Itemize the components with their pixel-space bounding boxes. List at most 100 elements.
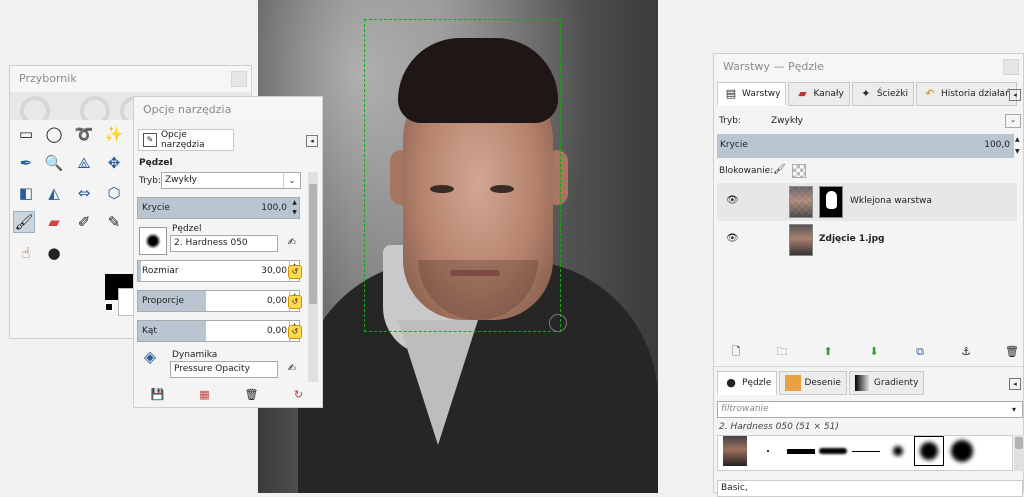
mode-select[interactable]: Zwykły ⌄ — [161, 172, 301, 189]
lower-layer-icon[interactable]: ⬇ — [867, 345, 881, 359]
default-colors-icon[interactable] — [105, 303, 113, 311]
brush-item[interactable] — [720, 436, 750, 466]
brush-grid[interactable] — [717, 435, 1013, 471]
tab-menu-icon[interactable]: ◂ — [1009, 89, 1021, 101]
brush-item[interactable] — [851, 436, 881, 466]
size-slider[interactable]: Rozmiar 30,00 ▲▼ — [137, 260, 300, 282]
crop-icon[interactable]: ◭ — [43, 182, 65, 204]
reset-options-icon[interactable]: ↻ — [292, 388, 306, 402]
new-layer-icon[interactable]: 🗋 — [729, 345, 743, 359]
save-options-icon[interactable]: 💾 — [151, 388, 165, 402]
lasso-icon[interactable]: ➰ — [73, 123, 95, 145]
brush-item[interactable] — [883, 436, 913, 466]
dynamics-field[interactable]: Pressure Opacity — [170, 361, 278, 378]
scroll-thumb[interactable] — [309, 184, 317, 304]
lock-pixels-icon[interactable]: 🖌 — [773, 164, 786, 176]
brush-info: 2. Hardness 050 (51 × 51) — [719, 422, 839, 432]
airbrush-icon[interactable]: ✐ — [73, 211, 95, 233]
close-icon[interactable] — [231, 71, 247, 87]
dodge-burn-icon[interactable]: ● — [43, 242, 65, 264]
close-icon[interactable] — [1003, 59, 1019, 75]
selection-marquee[interactable] — [364, 19, 561, 332]
angle-slider[interactable]: Kąt 0,00 ▲▼ — [137, 320, 300, 342]
layers-dock-title[interactable]: Warstwy — Pędzle — [714, 54, 1023, 80]
fuzzy-select-icon[interactable]: ✨ — [103, 123, 125, 145]
color-picker-icon[interactable]: ✒ — [15, 152, 37, 174]
tab-menu-icon[interactable]: ◂ — [1009, 378, 1021, 390]
toolbox-title[interactable]: Przybornik — [10, 66, 251, 92]
layers-dock: Warstwy — Pędzle ▤ Warstwy ▰ Kanały ✦ Ścież… — [713, 53, 1024, 497]
eraser-icon[interactable]: ▰ — [43, 211, 65, 233]
edit-dynamics-icon[interactable]: ✍ — [286, 363, 298, 375]
opacity-slider[interactable]: Krycie 100,0 ▲ ▼ — [137, 197, 300, 219]
brush-item[interactable] — [947, 436, 977, 466]
layers-dock-title-text: Warstwy — Pędzle — [723, 60, 824, 73]
eye-icon[interactable]: 👁 — [726, 196, 740, 206]
lock-alpha-icon[interactable] — [792, 164, 806, 178]
brush-item[interactable] — [786, 436, 816, 466]
eye-icon[interactable]: 👁 — [726, 234, 740, 244]
tool-options-title-text: Opcje narzędzia — [143, 103, 232, 116]
brush-tab-icon: ✎ — [143, 133, 157, 147]
brush-label: Pędzel — [172, 224, 202, 234]
layer-mode-value[interactable]: Zwykły — [771, 116, 803, 126]
edit-brush-icon[interactable]: ✍ — [286, 237, 298, 249]
paintbrush-icon[interactable]: 🖌 — [13, 211, 35, 233]
tab-history[interactable]: ↶ Historia działań — [915, 82, 1017, 106]
measure-icon[interactable]: ⟁ — [73, 152, 95, 174]
delete-options-icon[interactable]: 🗑 — [245, 388, 259, 402]
new-group-icon[interactable]: 🗀 — [775, 345, 789, 359]
layer-opacity-spinner[interactable]: ▲ ▼ — [1015, 134, 1023, 158]
tab-brushes[interactable]: ● Pędzle — [717, 371, 778, 395]
move-icon[interactable]: ✥ — [103, 152, 125, 174]
smudge-icon[interactable]: ☝ — [15, 242, 37, 264]
brush-name-field[interactable]: 2. Hardness 050 — [170, 235, 278, 252]
align-icon[interactable]: ◧ — [15, 182, 37, 204]
brush-item[interactable] — [818, 436, 848, 466]
duplicate-layer-icon[interactable]: ⧉ — [913, 345, 927, 359]
delete-layer-icon[interactable]: 🗑 — [1005, 345, 1019, 359]
scroll-thumb[interactable] — [1015, 437, 1023, 449]
rect-select-icon[interactable]: ▭ — [15, 123, 37, 145]
brush-filter-field[interactable]: filtrowanie ▾ — [717, 401, 1023, 418]
transform-icon[interactable]: ⇔ — [73, 182, 95, 204]
tab-patterns[interactable]: Desenie — [779, 371, 847, 395]
layer-row[interactable]: 👁 Wklejona warstwa — [717, 183, 1017, 221]
opacity-spinner[interactable]: ▲ ▼ — [289, 198, 299, 218]
reset-size-icon[interactable]: ↺ — [288, 265, 302, 279]
paths-icon: ✦ — [861, 87, 871, 100]
tab-gradients[interactable]: Gradienty — [848, 371, 925, 395]
aspect-slider[interactable]: Proporcje 0,00 ▲▼ — [137, 290, 300, 312]
pattern-icon — [785, 375, 802, 391]
reset-aspect-icon[interactable]: ↺ — [288, 295, 302, 309]
brush-category-select[interactable]: Basic, — [717, 480, 1023, 497]
cage-icon[interactable]: ⬡ — [103, 182, 125, 204]
tab-menu-icon[interactable]: ◂ — [306, 135, 318, 147]
tab-channels[interactable]: ▰ Kanały — [788, 82, 850, 106]
zoom-icon[interactable]: 🔍 — [43, 152, 65, 174]
tab-paths[interactable]: ✦ Ścieżki — [851, 82, 914, 106]
raise-layer-icon[interactable]: ⬆ — [821, 345, 835, 359]
brush-preview[interactable] — [139, 227, 167, 255]
chevron-down-icon[interactable]: ⌄ — [1005, 114, 1021, 128]
brush-icon: ● — [726, 376, 736, 389]
tool-options-scrollbar[interactable] — [308, 172, 318, 382]
layer-row[interactable]: 👁 Zdjęcie 1.jpg — [717, 221, 1017, 259]
layer-opacity-value: 100,0 — [984, 140, 1010, 150]
tab-brushes-label: Pędzle — [742, 378, 772, 388]
tab-tool-options[interactable]: ✎ Opcje narzędzia — [138, 129, 234, 151]
ink-icon[interactable]: ✎ — [103, 211, 125, 233]
brush-scrollbar[interactable] — [1014, 435, 1024, 471]
dynamics-icon[interactable]: ◈ — [139, 349, 161, 373]
layer-opacity-slider[interactable]: Krycie 100,0 — [717, 134, 1014, 158]
tool-options-title[interactable]: Opcje narzędzia — [134, 97, 322, 123]
restore-options-icon[interactable]: ▦ — [198, 388, 212, 402]
anchor-layer-icon[interactable]: ⚓ — [959, 345, 973, 359]
brush-item-selected[interactable] — [914, 436, 944, 466]
tab-layers[interactable]: ▤ Warstwy — [717, 82, 787, 106]
brush-item[interactable] — [753, 436, 783, 466]
tool-options-panel: Opcje narzędzia ✎ Opcje narzędzia ◂ Pędz… — [133, 96, 323, 408]
reset-angle-icon[interactable]: ↺ — [288, 325, 302, 339]
layers-icon: ▤ — [725, 87, 737, 100]
ellipse-select-icon[interactable]: ◯ — [43, 123, 65, 145]
